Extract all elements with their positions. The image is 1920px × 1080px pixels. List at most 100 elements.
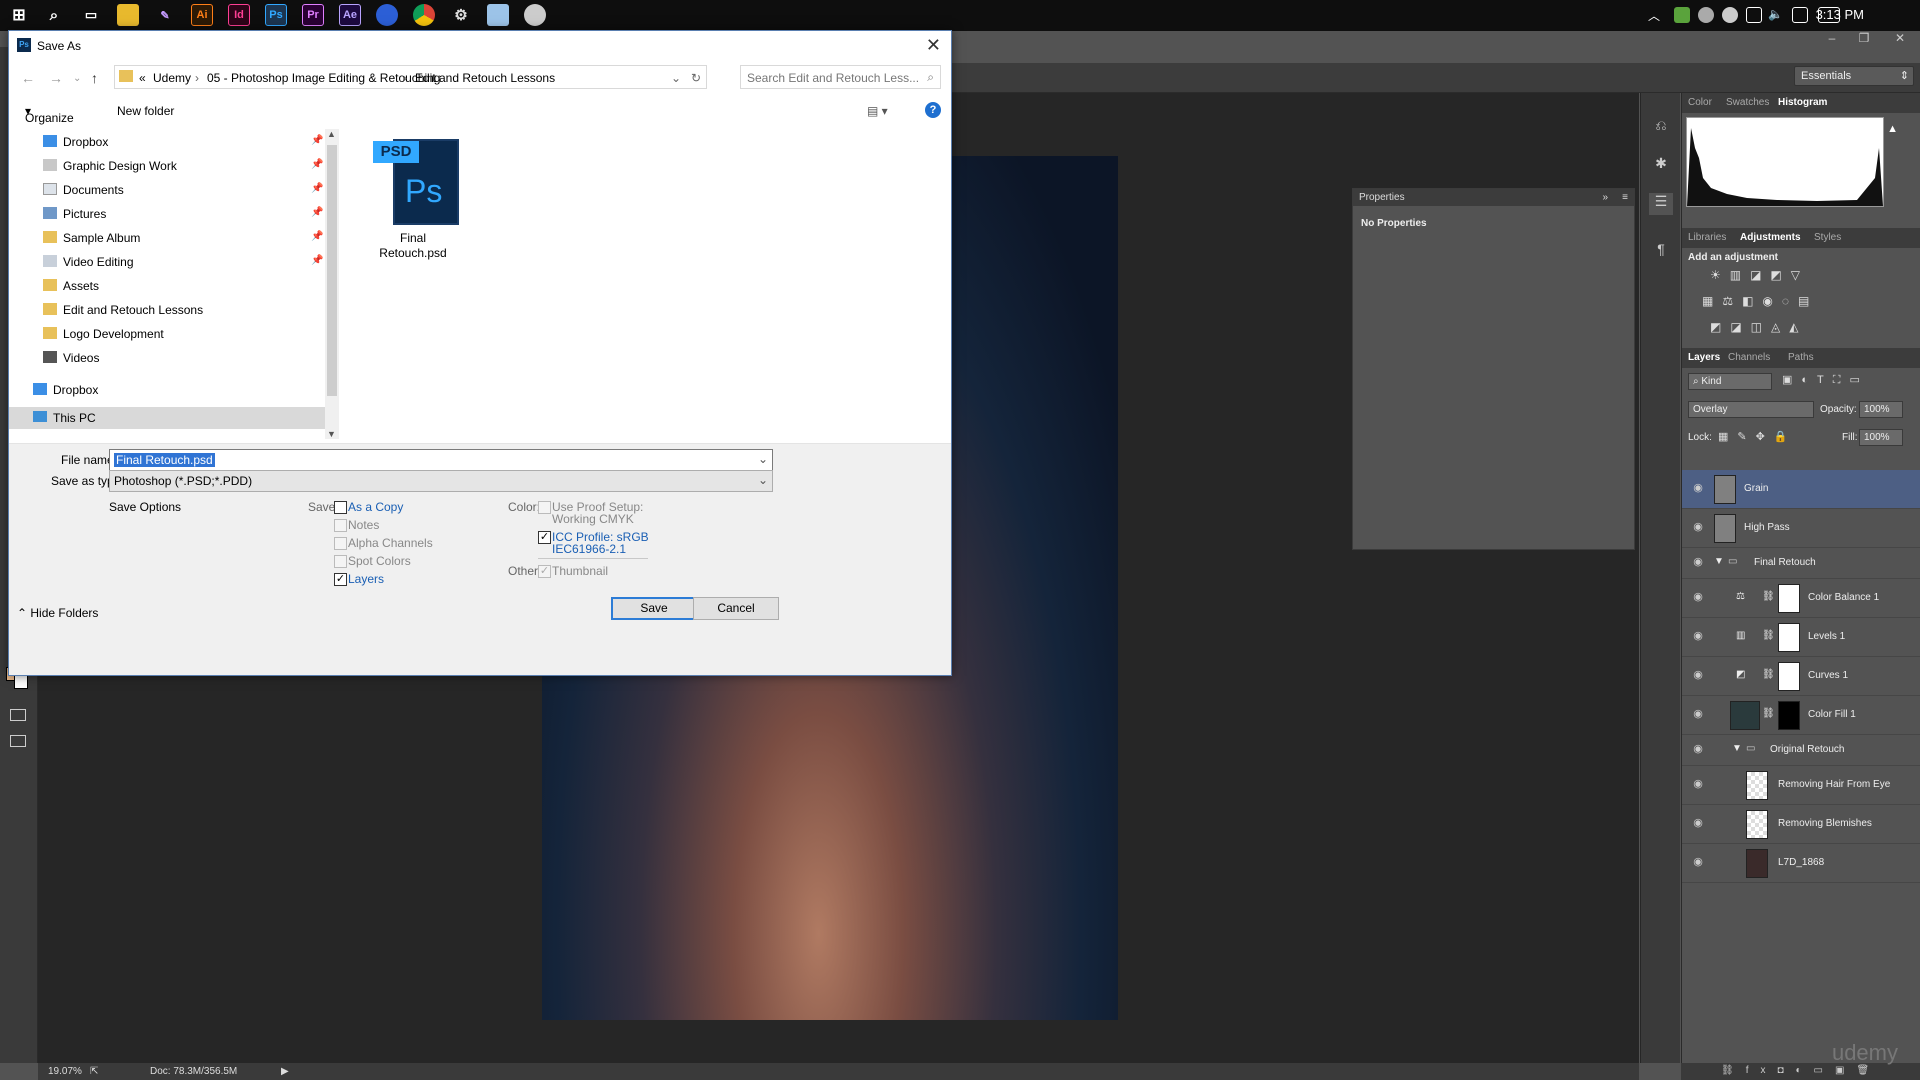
visibility-eye-icon[interactable]: ◉ <box>1690 590 1706 603</box>
layer-group-final-retouch[interactable]: ◉ ▼ ▭ Final Retouch <box>1682 548 1920 579</box>
scroll-thumb[interactable] <box>327 145 337 396</box>
tab-channels[interactable]: Channels <box>1728 352 1770 363</box>
chevron-up-icon[interactable]: ︿ <box>1648 7 1664 23</box>
nav-pane-scrollbar[interactable]: ▲ ▼ <box>325 129 339 439</box>
pin-icon[interactable]: 📌 <box>311 135 323 146</box>
properties-header[interactable]: Properties » ≡ <box>1353 189 1634 206</box>
tab-libraries[interactable]: Libraries <box>1688 232 1726 243</box>
layer-row-background-photo[interactable]: ◉ L7D_1868 <box>1682 844 1920 883</box>
tab-paths[interactable]: Paths <box>1788 352 1814 363</box>
layer-row-color-fill[interactable]: ◉ ⛓ Color Fill 1 <box>1682 696 1920 735</box>
warning-icon[interactable]: ▲ <box>1887 123 1898 135</box>
workspace-switcher[interactable]: Essentials ⇕ <box>1794 66 1914 86</box>
chevron-down-icon[interactable]: ⌄ <box>671 71 681 85</box>
search-icon[interactable]: ⌕ <box>43 4 65 26</box>
background-color-swatch[interactable] <box>14 675 28 689</box>
restore-icon[interactable]: ❐ <box>1852 31 1876 47</box>
search-input[interactable]: Search Edit and Retouch Less... ⌕ <box>740 65 941 89</box>
kind-filter[interactable]: ⌕ Kind <box>1688 373 1772 390</box>
after-effects-icon[interactable]: Ae <box>339 4 361 26</box>
blend-mode-select[interactable]: Overlay <box>1688 401 1814 418</box>
adjustment-icons-row-3[interactable]: ◩◪◫◬◭ <box>1710 320 1807 334</box>
nav-root-this-pc[interactable]: This PC <box>9 407 325 429</box>
clock[interactable]: 3:13 PM <box>1816 7 1864 22</box>
group-expand-icon[interactable]: ▼ <box>1714 556 1724 567</box>
pin-icon[interactable]: 📌 <box>311 231 323 242</box>
breadcrumb-lessons[interactable]: Edit and Retouch Lessons <box>415 71 555 85</box>
save-type-select[interactable]: Photoshop (*.PSD;*.PDD) ⌄ <box>109 470 773 492</box>
tray-app-icon-3[interactable] <box>1722 7 1738 23</box>
share-icon[interactable]: ⇱ <box>90 1066 98 1077</box>
collapse-icon[interactable]: » <box>1602 192 1608 203</box>
dropdown-history-icon[interactable]: ⌄ <box>73 73 81 84</box>
tab-adjustments[interactable]: Adjustments <box>1740 232 1801 243</box>
visibility-eye-icon[interactable]: ◉ <box>1690 707 1706 720</box>
panel-menu-icon[interactable]: ≡ <box>1622 192 1628 203</box>
icc-profile-checkbox[interactable]: ✓ <box>538 531 551 544</box>
layer-footer-icons[interactable]: ⛓fx◘◐▭▣🗑 <box>1721 1065 1881 1076</box>
visibility-eye-icon[interactable]: ◉ <box>1690 668 1706 681</box>
visibility-eye-icon[interactable]: ◉ <box>1690 742 1706 755</box>
play-icon[interactable]: ▶ <box>281 1066 289 1077</box>
volume-icon[interactable]: 🔈 <box>1768 7 1784 23</box>
layer-row-levels[interactable]: ◉ ▥ ⛓ Levels 1 <box>1682 618 1920 657</box>
tab-styles[interactable]: Styles <box>1814 232 1841 243</box>
visibility-eye-icon[interactable]: ◉ <box>1690 816 1706 829</box>
as-copy-checkbox[interactable] <box>334 501 347 514</box>
layer-row-color-balance[interactable]: ◉ ⚖ ⛓ Color Balance 1 <box>1682 579 1920 618</box>
notes-app-icon[interactable] <box>487 4 509 26</box>
group-expand-icon[interactable]: ▼ <box>1732 743 1742 754</box>
chrome-icon[interactable] <box>413 4 435 26</box>
visibility-eye-icon[interactable]: ◉ <box>1690 855 1706 868</box>
tab-swatches[interactable]: Swatches <box>1726 97 1769 108</box>
refresh-icon[interactable]: ↻ <box>691 71 701 85</box>
save-button[interactable]: Save <box>611 597 697 620</box>
tab-color[interactable]: Color <box>1688 97 1712 108</box>
brush-settings-icon[interactable]: ✱ <box>1649 155 1673 177</box>
file-item-final-retouch[interactable]: PSD Ps Final Retouch.psd <box>345 125 485 265</box>
layer-row-grain[interactable]: ◉ Grain <box>1682 470 1920 509</box>
fill-field[interactable]: 100% <box>1859 429 1903 446</box>
photoshop-icon[interactable]: Ps <box>265 4 287 26</box>
visibility-eye-icon[interactable]: ◉ <box>1690 777 1706 790</box>
adjustment-icons-row-1[interactable]: ☀▥◪◩▽ <box>1710 268 1809 282</box>
chevron-down-icon[interactable]: ⌄ <box>758 473 768 487</box>
view-options-icon[interactable]: ▤ ▾ <box>867 104 888 118</box>
history-icon[interactable]: ⎌ <box>1649 117 1673 139</box>
minimize-icon[interactable]: – <box>1820 31 1844 47</box>
address-bar[interactable]: « Udemy › 05 - Photoshop Image Editing &… <box>114 65 707 89</box>
zoom-level[interactable]: 19.07% <box>48 1066 82 1077</box>
filter-icons[interactable]: ▣◐T⛶▭ <box>1782 373 1869 387</box>
close-icon[interactable]: ✕ <box>926 35 941 56</box>
visibility-eye-icon[interactable]: ◉ <box>1690 481 1706 494</box>
pen-app-icon[interactable]: ✎ <box>154 4 176 26</box>
visibility-eye-icon[interactable]: ◉ <box>1690 520 1706 533</box>
tray-app-icon-1[interactable] <box>1674 7 1690 23</box>
pin-icon[interactable]: 📌 <box>311 183 323 194</box>
visibility-eye-icon[interactable]: ◉ <box>1690 629 1706 642</box>
forward-arrow-icon[interactable]: → <box>49 70 63 86</box>
premiere-icon[interactable]: Pr <box>302 4 324 26</box>
scroll-down-arrow[interactable]: ▼ <box>327 429 336 439</box>
layer-row-removing-hair[interactable]: ◉ Removing Hair From Eye <box>1682 766 1920 805</box>
media-app-icon[interactable] <box>524 4 546 26</box>
file-explorer-icon[interactable] <box>117 4 139 26</box>
as-copy-label[interactable]: As a Copy <box>348 500 403 514</box>
adjustment-icons-row-2[interactable]: ▦⚖◧◉◌▤ <box>1702 294 1818 308</box>
file-name-field[interactable]: Final Retouch.psd ⌄ <box>109 449 773 471</box>
indesign-icon[interactable]: Id <box>228 4 250 26</box>
hide-folders-button[interactable]: ⌃ Hide Folders <box>17 606 98 620</box>
illustrator-icon[interactable]: Ai <box>191 4 213 26</box>
screen-mode-icon[interactable] <box>10 735 26 747</box>
properties-icon[interactable]: ☰ <box>1649 193 1673 215</box>
task-view-icon[interactable]: ▭ <box>80 4 102 26</box>
layer-row-high-pass[interactable]: ◉ High Pass <box>1682 509 1920 548</box>
close-icon[interactable]: ✕ <box>1888 31 1912 47</box>
browser-icon[interactable] <box>376 4 398 26</box>
breadcrumb-udemy[interactable]: Udemy <box>153 71 191 85</box>
layers-checkbox[interactable]: ✓ <box>334 573 347 586</box>
chevron-down-icon[interactable]: ⌄ <box>758 452 768 466</box>
up-arrow-icon[interactable]: ↑ <box>91 70 98 86</box>
cancel-button[interactable]: Cancel <box>693 597 779 620</box>
start-icon[interactable]: ⊞ <box>8 4 30 26</box>
